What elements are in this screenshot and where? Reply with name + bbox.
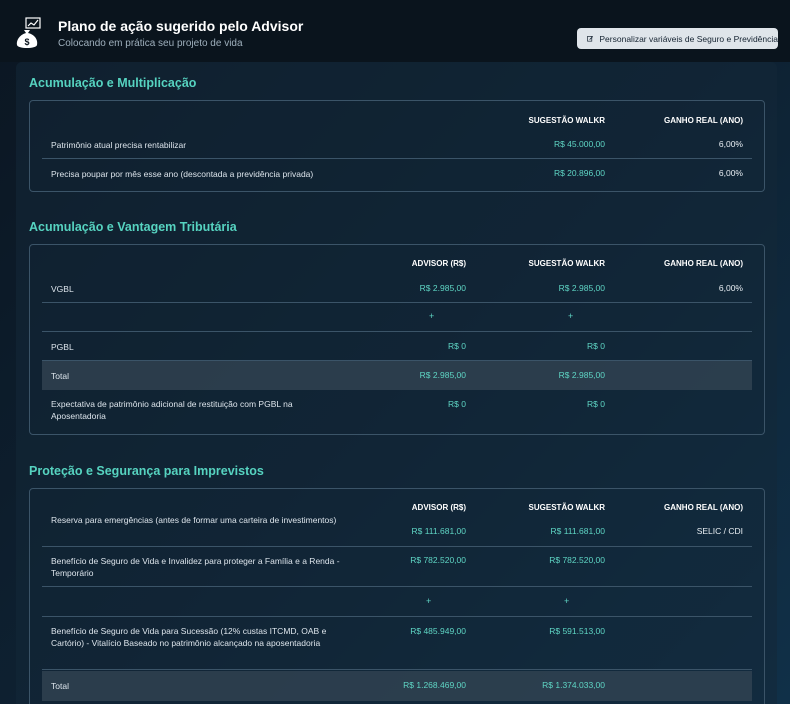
row-real: 6,00% [718,139,743,149]
table-row: Benefício de Seguro de Vida para Sucessã… [42,617,752,670]
plus-sign: + [426,596,432,606]
col-header-real: GANHO REAL (ANO) [664,259,743,268]
money-bag-icon: $ [16,17,41,48]
section-title-tributaria: Acumulação e Vantagem Tributária [29,220,237,234]
section-title-protecao: Proteção e Segurança para Imprevistos [29,464,264,478]
row-label: Precisa poupar por mês esse ano (descont… [51,169,314,179]
row-label: Patrimônio atual precisa rentabilizar [51,140,187,150]
table-row: VGBL R$ 2.985,00 R$ 2.985,00 6,00% [42,273,752,303]
plus-sign: + [568,311,574,321]
plus-row: + + [42,303,752,332]
plus-row: + + [42,587,752,617]
row-real: 6,00% [718,283,743,293]
table-row: PGBL R$ 0 R$ 0 [42,332,752,361]
col-header-suggestion: SUGESTÃO WALKR [528,116,605,125]
protecao-table: ADVISOR (R$) SUGESTÃO WALKR GANHO REAL (… [29,488,765,704]
table-row: Precisa poupar por mês esse ano (descont… [42,159,752,189]
row-label: VGBL [51,284,74,294]
row-advisor: R$ 0 [448,399,466,409]
edit-icon [587,36,594,42]
plus-sign: + [429,311,435,321]
row-suggestion: R$ 20.896,00 [553,168,605,178]
row-label: Expectativa de patrimônio adicional de r… [51,399,293,421]
col-header-real: GANHO REAL (ANO) [664,116,743,125]
page-header: $ Plano de ação sugerido pelo Advisor Co… [0,0,790,62]
row-real: 6,00% [718,168,743,178]
row-suggestion: R$ 111.681,00 [550,526,605,536]
row-label: PGBL [51,342,74,352]
row-label: Total [51,681,69,691]
total-row: Total R$ 1.268.469,00 R$ 1.374.033,00 [42,671,752,701]
row-label: Reserva para emergências (antes de forma… [51,515,337,525]
row-advisor: R$ 1.268.469,00 [403,680,466,690]
page-title: Plano de ação sugerido pelo Advisor [58,18,304,34]
row-suggestion: R$ 45.000,00 [553,139,605,149]
table-row: Reserva para emergências (antes de forma… [42,509,752,547]
svg-text:$: $ [24,37,29,47]
row-advisor: R$ 2.985,00 [419,283,466,293]
row-suggestion: R$ 2.985,00 [558,283,605,293]
acumulacao-table: SUGESTÃO WALKR GANHO REAL (ANO) Patrimôn… [29,100,765,192]
row-label: Total [51,371,69,381]
row-advisor: R$ 485.949,00 [410,626,466,636]
table-row: Benefício de Seguro de Vida e Invalidez … [42,547,752,587]
row-suggestion: R$ 0 [587,341,605,351]
col-header-suggestion: SUGESTÃO WALKR [528,259,605,268]
plus-sign: + [564,596,570,606]
row-advisor: R$ 2.985,00 [419,370,466,380]
row-real: SELIC / CDI [696,526,743,536]
row-suggestion: R$ 2.985,00 [558,370,605,380]
section-title-acumulacao: Acumulação e Multiplicação [29,76,197,90]
row-suggestion: R$ 782.520,00 [549,555,605,565]
tributaria-table: ADVISOR (R$) SUGESTÃO WALKR GANHO REAL (… [29,244,765,435]
row-suggestion: R$ 591.513,00 [549,626,605,636]
row-advisor: R$ 0 [448,341,466,351]
table-row: Patrimônio atual precisa rentabilizar R$… [42,129,752,159]
page-subtitle: Colocando em prática seu projeto de vida [58,38,243,49]
row-label: Benefício de Seguro de Vida para Sucessã… [51,626,327,648]
total-row: Total R$ 2.985,00 R$ 2.985,00 [42,361,752,390]
row-suggestion: R$ 1.374.033,00 [542,680,605,690]
personalize-insurance-button[interactable]: Personalizar variáveis de Seguro e Previ… [577,28,778,49]
row-label: Benefício de Seguro de Vida e Invalidez … [51,556,340,578]
personalize-button-label: Personalizar variáveis de Seguro e Previ… [599,33,778,44]
table-row: Expectativa de patrimônio adicional de r… [42,390,752,430]
row-advisor: R$ 782.520,00 [410,555,466,565]
row-advisor: R$ 111.681,00 [411,526,466,536]
row-suggestion: R$ 0 [587,399,605,409]
col-header-advisor: ADVISOR (R$) [411,259,466,268]
